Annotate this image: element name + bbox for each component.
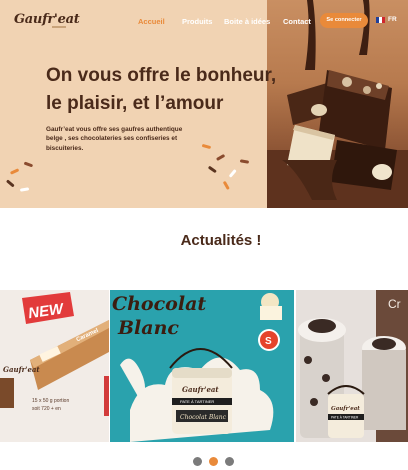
login-button[interactable]: Se connecter: [320, 13, 368, 28]
news-slide-right[interactable]: Cr Gaufr'eat PATE À TARTINER: [296, 290, 408, 442]
sprinkle-decoration: [208, 165, 217, 173]
hero-title: On vous offre le bonheur, le plaisir, et…: [46, 62, 306, 118]
language-label: FR: [388, 16, 397, 23]
carousel-indicators: [193, 457, 234, 466]
hero-title-line-1: On vous offre le bonheur,: [46, 65, 277, 86]
nav-link-contact[interactable]: Contact: [283, 17, 311, 26]
slide-heading-line-1: Chocolat: [112, 293, 206, 315]
sprinkle-decoration: [223, 180, 230, 190]
pack-brand-label: Gaufr'eat: [3, 365, 40, 374]
sprinkle-decoration: [6, 179, 15, 188]
sprinkle-decoration: [201, 143, 212, 149]
sprinkle-decoration: [215, 153, 226, 161]
france-flag-icon: [376, 16, 385, 23]
news-slide-left[interactable]: NEW Caramel Gaufr'eat 15 x 50 g portion …: [0, 290, 109, 442]
sprinkle-decoration: [228, 168, 237, 178]
nav-link-boite-a-idees[interactable]: Boite à idées: [224, 17, 270, 26]
sprinkle-decoration: [19, 187, 30, 192]
slide-heading-line-2: Blanc: [117, 317, 179, 339]
language-selector[interactable]: FR: [376, 16, 397, 23]
jar-brand-label-right: Gaufr'eat: [331, 406, 360, 412]
pack-info-line-2: soit 720 + en: [32, 406, 61, 412]
nav-link-accueil[interactable]: Accueil: [138, 17, 165, 26]
jar-brand-label: Gaufr'eat: [182, 385, 219, 394]
jar-band-label-right: PATE À TARTINER: [331, 416, 359, 420]
slide-badge-letter: S: [265, 336, 272, 347]
page: Gaufr'eat Accueil Produits Boite à idées…: [0, 0, 408, 470]
hero-description: Gaufr’eat vous offre ses gaufres authent…: [46, 126, 183, 152]
brand-logo[interactable]: Gaufr'eat: [14, 12, 80, 27]
logo-underline: [52, 26, 66, 28]
slide-heading: Cr: [388, 297, 401, 311]
top-navbar: Gaufr'eat Accueil Produits Boite à idées…: [0, 0, 408, 42]
news-slide-center[interactable]: Chocolat Blanc S Gaufr'eat PATE À TARTIN…: [110, 290, 294, 442]
jar-band-label: PATE À TARTINER: [180, 399, 214, 404]
sprinkle-decoration: [23, 161, 34, 167]
sprinkle-decoration: [239, 159, 250, 164]
news-section-title: Actualités !: [180, 232, 262, 249]
sprinkle-decoration: [9, 168, 20, 175]
hero-section: Gaufr'eat Accueil Produits Boite à idées…: [0, 0, 408, 208]
carousel-dot-2[interactable]: [209, 457, 218, 466]
hero-title-line-2: le plaisir, et l’amour: [46, 93, 224, 114]
carousel-dot-1[interactable]: [193, 457, 202, 466]
jar-product-label: Chocolat Blanc: [180, 414, 227, 421]
nav-link-produits[interactable]: Produits: [182, 17, 212, 26]
carousel-dot-3[interactable]: [225, 457, 234, 466]
pack-info-line-1: 15 x 50 g portion: [32, 398, 69, 404]
